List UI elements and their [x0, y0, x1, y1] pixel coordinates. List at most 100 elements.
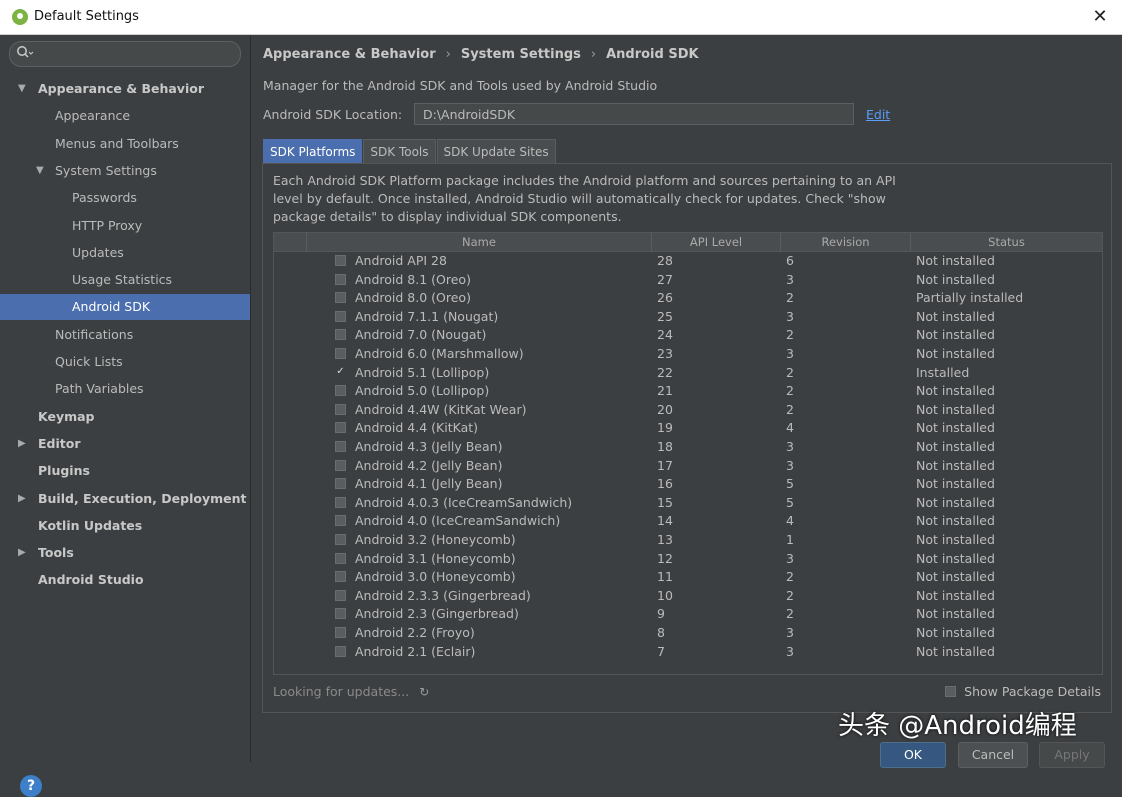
sidebar-item[interactable]: ▶ Tools — [0, 540, 250, 566]
checkbox-icon[interactable] — [335, 422, 346, 434]
sidebar-item-label: Keymap — [38, 408, 95, 424]
checkbox-icon[interactable] — [335, 273, 346, 285]
checked-checkbox-icon[interactable]: ✓ — [335, 366, 346, 378]
sidebar-item[interactable]: ▼ Appearance & Behavior — [0, 76, 250, 102]
expand-arrow-icon[interactable]: ▼ — [36, 158, 44, 184]
table-row[interactable]: Android 4.0 (IceCreamSandwich) 14 4 Not ins… — [274, 512, 1102, 531]
table-row[interactable]: Android 4.3 (Jelly Bean) 18 3 Not installed — [274, 438, 1102, 457]
sidebar-item[interactable]: Quick Lists — [0, 349, 250, 375]
sidebar-item[interactable]: HTTP Proxy — [0, 213, 250, 239]
column-header-api-level[interactable]: API Level — [651, 233, 780, 251]
sidebar-item[interactable]: Android Studio — [0, 567, 250, 593]
search-icon — [16, 45, 34, 61]
expand-arrow-icon[interactable]: ▼ — [18, 76, 26, 102]
table-row[interactable]: Android 5.0 (Lollipop) 21 2 Not installed — [274, 382, 1102, 401]
sidebar-item[interactable]: Android SDK — [0, 294, 250, 321]
sidebar-item[interactable]: ▶ Build, Execution, Deployment — [0, 486, 250, 512]
checkbox-icon[interactable] — [335, 348, 346, 359]
table-row[interactable]: Android 8.1 (Oreo) 27 3 Not installed — [274, 271, 1102, 290]
show-package-details-checkbox[interactable]: Show Package Details — [945, 684, 1101, 699]
checkbox-icon[interactable] — [335, 441, 346, 452]
sidebar-item[interactable]: Path Variables — [0, 376, 250, 402]
close-icon[interactable]: ✕ — [1086, 3, 1114, 31]
platform-name-cell: Android 7.0 (Nougat) — [355, 327, 487, 343]
table-row[interactable]: Android 2.1 (Eclair) 7 3 Not installed — [274, 643, 1102, 662]
api-level-cell: 27 — [657, 271, 673, 287]
sidebar-item[interactable]: ▼ System Settings — [0, 158, 250, 184]
column-header-status[interactable]: Status — [910, 233, 1102, 251]
api-level-cell: 9 — [657, 606, 665, 622]
table-row[interactable]: Android 7.1.1 (Nougat) 25 3 Not installed — [274, 308, 1102, 327]
table-header: Name API Level Revision Status — [274, 233, 1102, 252]
search-input[interactable] — [38, 44, 237, 64]
table-row[interactable]: Android 4.4W (KitKat Wear) 20 2 Not install… — [274, 401, 1102, 420]
sidebar-item[interactable]: Menus and Toolbars — [0, 131, 250, 157]
checkbox-icon[interactable] — [335, 329, 346, 341]
checkbox-icon[interactable] — [335, 496, 346, 508]
sidebar-item[interactable]: Appearance — [0, 103, 250, 129]
table-row[interactable]: Android 7.0 (Nougat) 24 2 Not installed — [274, 326, 1102, 345]
platform-name-cell: Android 2.3 (Gingerbread) — [355, 606, 519, 622]
checkbox-icon[interactable] — [335, 608, 346, 620]
table-row[interactable]: Android 3.1 (Honeycomb) 12 3 Not installed — [274, 550, 1102, 569]
checkbox-icon[interactable] — [335, 478, 346, 490]
collapse-arrow-icon[interactable]: ▶ — [18, 486, 26, 512]
checkbox-icon[interactable] — [335, 255, 346, 266]
table-row[interactable]: Android 2.2 (Froyo) 8 3 Not installed — [274, 624, 1102, 643]
api-level-cell: 23 — [657, 346, 673, 361]
api-level-cell: 26 — [657, 290, 673, 306]
apply-button[interactable]: Apply — [1039, 742, 1105, 768]
checkbox-icon[interactable] — [335, 534, 346, 545]
table-row[interactable]: Android 4.1 (Jelly Bean) 16 5 Not installed — [274, 475, 1102, 494]
status-cell: Not installed — [916, 346, 995, 361]
checkbox-icon[interactable] — [335, 645, 346, 657]
sdk-location-field[interactable] — [414, 103, 854, 125]
sidebar-item[interactable]: ▶ Editor — [0, 431, 250, 457]
table-row[interactable]: Android 3.0 (Honeycomb) 11 2 Not installed — [274, 568, 1102, 587]
edit-link[interactable]: Edit — [866, 107, 890, 122]
table-row[interactable]: Android 2.3.3 (Gingerbread) 10 2 Not instal… — [274, 587, 1102, 606]
checkbox-icon[interactable] — [335, 552, 346, 564]
checkbox-icon[interactable] — [335, 589, 346, 601]
checkbox-icon[interactable] — [335, 459, 346, 471]
checkbox-icon[interactable] — [335, 310, 346, 322]
table-row[interactable]: Android API 28 28 6 Not installed — [274, 252, 1102, 271]
checkbox-icon[interactable] — [335, 385, 346, 397]
breadcrumb-item: Appearance & Behavior — [263, 47, 436, 62]
tab-sdk-platforms[interactable]: SDK Platforms — [263, 139, 363, 164]
sidebar-item-label: Appearance — [55, 108, 131, 124]
table-row[interactable]: Android 4.4 (KitKat) 19 4 Not installed — [274, 419, 1102, 438]
sidebar-item[interactable]: Plugins — [0, 458, 250, 484]
column-header-name[interactable]: Name — [306, 233, 651, 251]
table-row[interactable]: Android 4.0.3 (IceCreamSandwich) 15 5 Not i… — [274, 494, 1102, 513]
search-box[interactable] — [9, 41, 241, 67]
checkbox-icon[interactable] — [335, 515, 346, 527]
sidebar-item[interactable]: Usage Statistics — [0, 267, 250, 293]
cancel-button[interactable]: Cancel — [958, 742, 1028, 768]
table-row[interactable]: Android 6.0 (Marshmallow) 23 3 Not installe… — [274, 345, 1102, 364]
table-row[interactable]: Android 4.2 (Jelly Bean) 17 3 Not installed — [274, 457, 1102, 476]
checkbox-icon[interactable] — [335, 571, 346, 583]
checkbox-icon[interactable] — [335, 627, 346, 638]
collapse-arrow-icon[interactable]: ▶ — [18, 431, 26, 457]
tab-sdk-tools[interactable]: SDK Tools — [363, 139, 436, 164]
status-cell: Not installed — [916, 550, 995, 566]
sidebar-item[interactable]: Passwords — [0, 185, 250, 211]
sidebar-item[interactable]: Updates — [0, 240, 250, 266]
tab-sdk-update-sites[interactable]: SDK Update Sites — [436, 139, 556, 164]
column-header-revision[interactable]: Revision — [780, 233, 910, 251]
sidebar-item[interactable]: Keymap — [0, 404, 250, 430]
checkbox-icon[interactable] — [335, 292, 346, 304]
collapse-arrow-icon[interactable]: ▶ — [18, 540, 26, 566]
table-row[interactable]: ✓ Android 5.1 (Lollipop) 22 2 Installed — [274, 364, 1102, 383]
table-row[interactable]: Android 3.2 (Honeycomb) 13 1 Not installed — [274, 531, 1102, 550]
sidebar-item[interactable]: Kotlin Updates — [0, 513, 250, 539]
sidebar-item-label: Usage Statistics — [72, 272, 173, 288]
table-row[interactable]: Android 8.0 (Oreo) 26 2 Partially installed — [274, 289, 1102, 308]
table-row[interactable]: Android 2.3 (Gingerbread) 9 2 Not installed — [274, 605, 1102, 624]
help-icon[interactable]: ? — [20, 775, 42, 797]
platform-name-cell: Android 5.1 (Lollipop) — [355, 364, 490, 380]
sidebar-item[interactable]: Notifications — [0, 322, 250, 348]
checkbox-icon[interactable] — [335, 403, 346, 415]
ok-button[interactable]: OK — [880, 742, 946, 768]
